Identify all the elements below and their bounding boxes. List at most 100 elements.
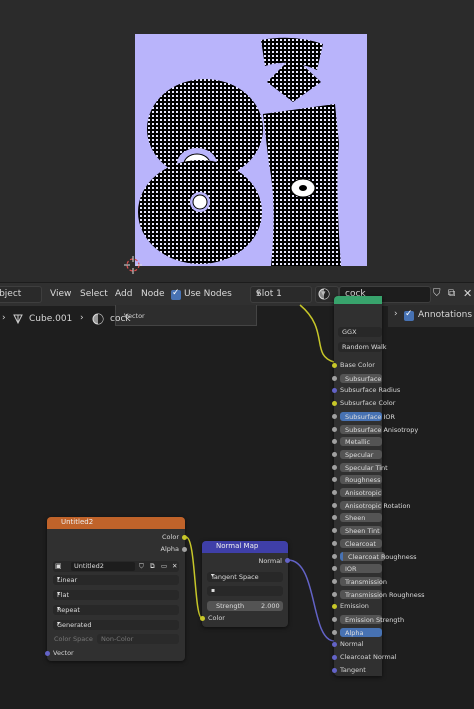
bsdf-input-socket[interactable] [332, 439, 337, 445]
principled-bsdf-node[interactable]: GGX Random Walk Base Color Subsurface Subs… [332, 296, 425, 676]
bsdf-input-anisotropic[interactable]: Anisotropic [340, 488, 382, 497]
bsdf-input-socket[interactable] [332, 451, 337, 457]
bsdf-input-sheen[interactable]: Sheen [340, 513, 382, 523]
bsdf-header[interactable] [334, 296, 382, 304]
bsdf-input-socket[interactable] [332, 642, 337, 648]
bsdf-input-socket[interactable] [332, 553, 337, 559]
bsdf-input-socket[interactable] [332, 604, 337, 610]
interpolation-dropdown[interactable]: Linear ▾ [53, 575, 179, 585]
projection-dropdown[interactable]: Flat ▾ [53, 590, 179, 600]
output-normal-socket[interactable] [285, 558, 290, 563]
image-texture-node[interactable]: Untitled2 Color Alpha ▣ Untitled2 ⛉ ⧉ ▭ … [45, 517, 187, 661]
bsdf-input-clearcoat-roughness[interactable]: Clearcoat Roughness [340, 551, 416, 561]
duplicate-image-icon[interactable]: ⧉ [150, 562, 155, 571]
color-space-label: Color Space [54, 635, 93, 643]
image-node-title: Untitled2 [61, 518, 94, 526]
source-dropdown[interactable]: Generated ▾ [53, 620, 179, 630]
bsdf-input-label: Specular Tint [345, 463, 388, 472]
bsdf-input-specular[interactable]: Specular [340, 449, 382, 459]
strength-slider[interactable]: Strength 2.000 [207, 601, 283, 611]
fake-user-shield-icon[interactable]: ⛉ [139, 562, 144, 571]
bsdf-input-label: Emission Strength [345, 616, 405, 624]
subsurface-method-dropdown[interactable]: Random Walk [338, 342, 387, 352]
normal-map-node[interactable]: Normal Map Normal Tangent Space ▾ ▪ Stren… [200, 541, 290, 627]
image-datablock-row[interactable]: ▣ Untitled2 ⛉ ⧉ ▭ ✕ [53, 561, 179, 572]
bsdf-input-socket[interactable] [332, 578, 337, 584]
bsdf-input-transmission-roughness[interactable]: Transmission Roughness [340, 589, 425, 599]
bsdf-input-socket[interactable] [332, 401, 337, 407]
bsdf-input-socket[interactable] [332, 540, 337, 546]
bsdf-input-clearcoat[interactable]: Clearcoat [340, 538, 382, 548]
bsdf-input-sheen-tint[interactable]: Sheen Tint [340, 526, 382, 536]
bsdf-input-emission: Emission [340, 602, 369, 611]
uv-texture-image[interactable] [135, 34, 367, 266]
bsdf-input-socket[interactable] [332, 413, 337, 419]
color-space-value: Non-Color [101, 635, 134, 643]
image-icon: ▣ [55, 562, 62, 570]
uv-map-field[interactable]: ▪ [207, 586, 283, 596]
bsdf-input-socket[interactable] [332, 629, 337, 635]
bsdf-input-socket[interactable] [332, 388, 337, 394]
output-alpha-label: Alpha [160, 545, 179, 553]
bsdf-input-subsurface-ior[interactable]: Subsurface IOR [340, 411, 395, 421]
bsdf-input-label: Anisotropic [345, 489, 382, 497]
bsdf-input-socket[interactable] [332, 655, 337, 661]
bsdf-input-label: Clearcoat Roughness [348, 552, 417, 561]
uv-island-left-bottom [138, 160, 262, 264]
bsdf-input-socket[interactable] [332, 617, 337, 622]
color-space-dropdown[interactable]: Non-Color [97, 634, 179, 644]
bsdf-input-roughness[interactable]: Roughness [340, 475, 382, 485]
bsdf-input-transmission[interactable]: Transmission [340, 576, 387, 586]
input-color-socket[interactable] [200, 616, 205, 621]
bsdf-input-base-color: Base Color [340, 361, 375, 369]
input-vector-socket[interactable] [45, 651, 50, 656]
bsdf-input-socket[interactable] [332, 502, 337, 508]
bsdf-input-alpha[interactable]: Alpha [340, 627, 382, 637]
bsdf-input-socket[interactable] [332, 528, 337, 534]
image-node-header[interactable]: Untitled2 [47, 517, 185, 529]
output-color-label: Color [162, 533, 179, 541]
bsdf-input-label: Alpha [345, 628, 364, 637]
bsdf-input-label: Anisotropic Rotation [345, 501, 411, 510]
normal-map-header[interactable]: Normal Map [202, 541, 288, 553]
bsdf-input-subsurface[interactable]: Subsurface [340, 373, 382, 383]
bsdf-input-subsurface-anisotropy[interactable]: Subsurface Anisotropy [340, 424, 418, 434]
bsdf-input-socket[interactable] [332, 375, 337, 381]
output-color-socket[interactable] [182, 535, 187, 540]
bsdf-input-label: Transmission Roughness [345, 590, 425, 599]
bsdf-input-socket[interactable] [332, 477, 337, 483]
bsdf-input-label: Subsurface Anisotropy [345, 425, 419, 434]
chevron-down-icon: ▾ [211, 572, 215, 579]
bsdf-input-socket[interactable] [332, 426, 337, 432]
bsdf-input-label: Clearcoat [345, 539, 376, 548]
bsdf-input-anisotropic-rotation[interactable]: Anisotropic Rotation [340, 500, 411, 510]
bsdf-input-label: Roughness [345, 476, 381, 485]
image-name-field[interactable]: Untitled2 [71, 562, 135, 571]
normal-map-title: Normal Map [216, 542, 259, 550]
bsdf-input-socket[interactable] [332, 566, 337, 572]
3d-cursor-icon[interactable] [124, 256, 142, 274]
bsdf-input-label: Subsurface [345, 374, 382, 383]
chevron-down-icon: ▾ [57, 575, 61, 582]
bsdf-input-ior[interactable]: IOR [340, 564, 382, 574]
space-dropdown[interactable]: Tangent Space ▾ [207, 572, 283, 582]
extension-dropdown[interactable]: Repeat ▾ [53, 605, 179, 615]
output-alpha-socket[interactable] [182, 547, 187, 552]
bsdf-input-socket[interactable] [332, 515, 337, 521]
bsdf-input-subsurface-color: Subsurface Color [340, 399, 396, 408]
input-vector-label: Vector [53, 649, 74, 657]
distribution-dropdown[interactable]: GGX [338, 327, 382, 337]
bsdf-input-normal: Normal [340, 640, 364, 649]
close-icon[interactable]: ✕ [172, 562, 177, 570]
bsdf-input-socket[interactable] [332, 667, 337, 673]
bsdf-input-socket[interactable] [332, 490, 337, 495]
bsdf-input-label: Subsurface IOR [345, 412, 396, 421]
bsdf-input-specular-tint[interactable]: Specular Tint [340, 462, 388, 472]
bsdf-input-socket[interactable] [332, 363, 337, 368]
bsdf-input-socket[interactable] [332, 591, 337, 597]
bsdf-input-emission-strength[interactable]: Emission Strength [340, 615, 404, 624]
bsdf-input-metallic[interactable]: Metallic [340, 437, 382, 447]
open-folder-icon[interactable]: ▭ [161, 562, 167, 570]
bsdf-input-tangent: Tangent [340, 665, 366, 674]
bsdf-input-socket[interactable] [332, 464, 337, 470]
